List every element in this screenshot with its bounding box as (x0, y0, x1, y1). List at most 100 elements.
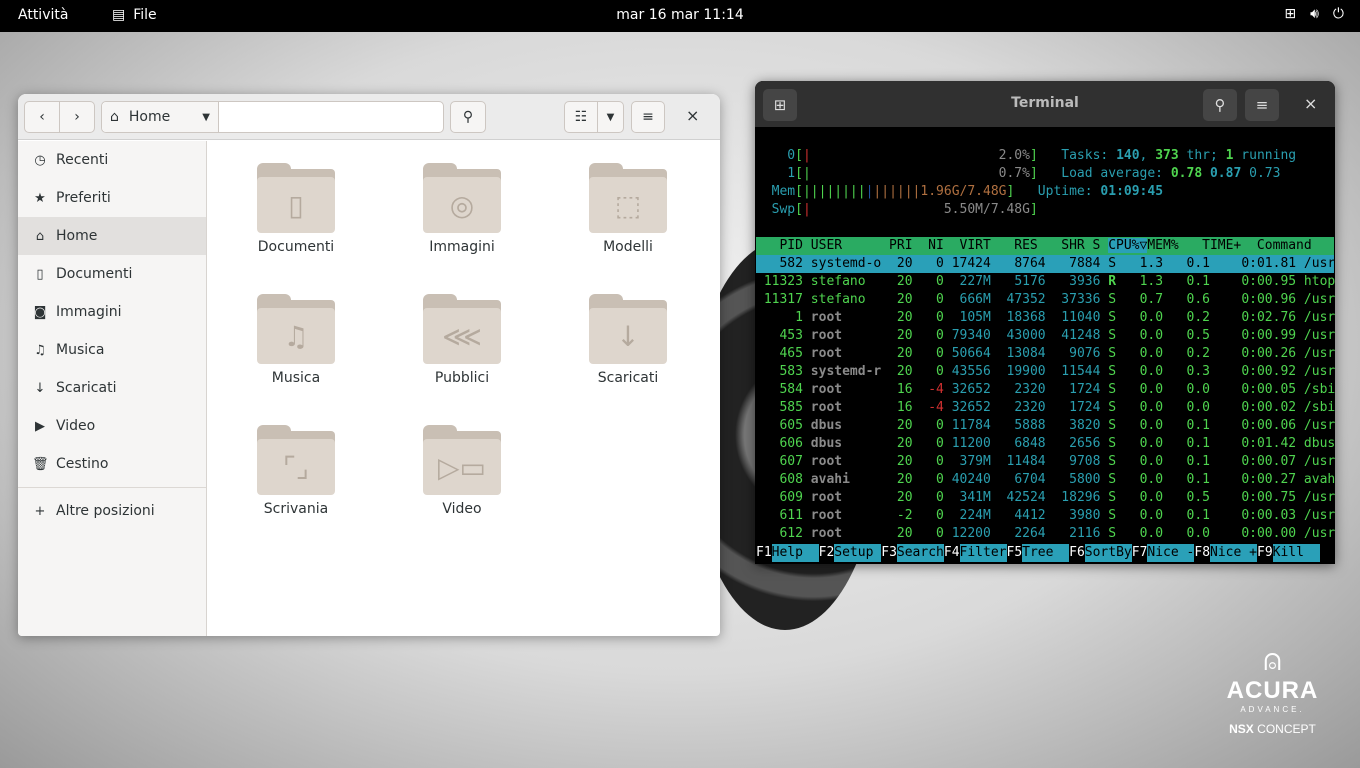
sidebar-item-documenti[interactable]: ▯ Documenti (18, 255, 206, 293)
view-options-button[interactable]: ▼ (597, 101, 624, 133)
terminal-header-bar: ⊞ Terminal ⚲ ≡ × (755, 81, 1335, 127)
process-row[interactable]: 609 root 20 0 341M 42524 18296 S 0.0 0.5… (756, 489, 1335, 507)
fkey-nice[interactable]: F8Nice + (1194, 544, 1257, 562)
fkey-number: F9 (1257, 545, 1273, 560)
process-row[interactable]: 453 root 20 0 79340 43000 41248 S 0.0 0.… (756, 327, 1335, 345)
process-row[interactable]: 607 root 20 0 379M 11484 9708 S 0.0 0.1 … (756, 453, 1335, 471)
menu-button[interactable]: ≡ (631, 101, 665, 133)
fkey-tree[interactable]: F5Tree (1007, 544, 1070, 562)
folder-scaricati[interactable]: ↓ Scaricati (553, 286, 703, 386)
sidebar-item-label: Immagini (56, 304, 122, 320)
clock-container: mar 16 mar 11:14 (0, 7, 1360, 23)
close-icon: × (686, 106, 700, 125)
terminal-menu-button[interactable]: ≡ (1245, 89, 1279, 121)
process-row[interactable]: 11323 stefano 20 0 227M 5176 3936 R 1.3 … (756, 273, 1335, 291)
sidebar-item-cestino[interactable]: 🗑 Cestino (18, 445, 206, 483)
camera-icon: ◙ (33, 304, 47, 320)
sidebar-item-label: Cestino (56, 456, 109, 472)
sidebar-item-musica[interactable]: ♫ Musica (18, 331, 206, 369)
fkey-sortby[interactable]: F6SortBy (1069, 544, 1132, 562)
music-icon: ♫ (34, 342, 46, 358)
folder-emblem-icon: ⌜⌟ (257, 439, 335, 495)
app-menu[interactable]: ▤ File (112, 7, 157, 23)
terminal-window: ⊞ Terminal ⚲ ≡ × 0[| 2.0%] Tasks: 140, 3… (755, 81, 1335, 564)
sidebar-item-preferiti[interactable]: ★ Preferiti (18, 179, 206, 217)
folder-emblem-icon: ◎ (423, 177, 501, 233)
fkey-number: F1 (756, 545, 772, 560)
fkey-help[interactable]: F1Help (756, 544, 819, 562)
folder-icon: ◎ (423, 155, 501, 233)
folder-pubblici[interactable]: ⋘ Pubblici (387, 286, 537, 386)
fkey-label: Kill (1272, 544, 1320, 562)
acura-logo: ⍝ ACURA ADVANCE. NSX CONCEPT (1210, 645, 1335, 737)
process-row[interactable]: 611 root -2 0 224M 4412 3980 S 0.0 0.1 0… (756, 507, 1335, 525)
process-row[interactable]: 11317 stefano 20 0 666M 47352 37336 S 0.… (756, 291, 1335, 309)
view-mode-button[interactable]: ☷ (564, 101, 598, 133)
sidebar-item-label: Scaricati (56, 380, 117, 396)
clock[interactable]: mar 16 mar 11:14 (616, 7, 743, 23)
folder-icon: ⋘ (423, 286, 501, 364)
power-icon[interactable]: ⏻ (1333, 6, 1344, 22)
path-home-button[interactable]: ⌂ Home ▼ (102, 102, 219, 132)
process-row[interactable]: 605 dbus 20 0 11784 5888 3820 S 0.0 0.1 … (756, 417, 1335, 435)
folder-scrivania[interactable]: ⌜⌟ Scrivania (221, 417, 371, 517)
folder-label: Musica (271, 370, 321, 386)
trash-icon: 🗑 (32, 456, 49, 472)
sidebar-item-immagini[interactable]: ◙ Immagini (18, 293, 206, 331)
plus-icon: + (34, 503, 46, 519)
sidebar-item-recenti[interactable]: ◷ Recenti (18, 141, 206, 179)
fkey-filter[interactable]: F4Filter (944, 544, 1007, 562)
sidebar: ◷ Recenti ★ Preferiti ⌂ Home ▯ Documenti ◙ Immagi… (18, 141, 207, 636)
logo-model: NSX CONCEPT (1210, 722, 1335, 736)
process-row[interactable]: 585 root 16 -4 32652 2320 1724 S 0.0 0.0… (756, 399, 1335, 417)
sidebar-item-label: Preferiti (56, 190, 111, 206)
app-name: File (133, 7, 157, 23)
terminal-close-button[interactable]: × (1304, 94, 1317, 113)
sidebar-item-label: Video (56, 418, 96, 434)
folder-musica[interactable]: ♫ Musica (221, 286, 371, 386)
folder-documenti[interactable]: ▯ Documenti (221, 155, 371, 255)
process-row[interactable]: 608 avahi 20 0 40240 6704 5800 S 0.0 0.1… (756, 471, 1335, 489)
folder-immagini[interactable]: ◎ Immagini (387, 155, 537, 255)
back-button[interactable]: ‹ (24, 101, 60, 133)
process-row[interactable]: 1 root 20 0 105M 18368 11040 S 0.0 0.2 0… (756, 309, 1335, 327)
close-button[interactable]: × (686, 106, 699, 125)
folder-icon: ⌜⌟ (257, 417, 335, 495)
folder-modelli[interactable]: ⬚ Modelli (553, 155, 703, 255)
process-row[interactable]: 606 dbus 20 0 11200 6848 2656 S 0.0 0.1 … (756, 435, 1335, 453)
folder-emblem-icon: ▯ (257, 177, 335, 233)
volume-icon[interactable]: 🔊︎ (1310, 6, 1319, 22)
folder-label: Scaricati (597, 370, 659, 386)
process-table-header[interactable]: PID USER PRI NI VIRT RES SHR S CPU%▽MEM%… (756, 237, 1334, 255)
process-row[interactable]: 584 root 16 -4 32652 2320 1724 S 0.0 0.0… (756, 381, 1335, 399)
folder-label: Immagini (429, 239, 495, 255)
terminal-search-button[interactable]: ⚲ (1203, 89, 1237, 121)
folder-video[interactable]: ▷▭ Video (387, 417, 537, 517)
system-tray[interactable]: ⊞ 🔊︎ ⏻ (1284, 6, 1344, 22)
chevron-left-icon: ‹ (39, 109, 45, 125)
folder-label: Pubblici (434, 370, 490, 386)
fkey-nice[interactable]: F7Nice - (1132, 544, 1195, 562)
sidebar-item-home[interactable]: ⌂ Home (18, 217, 206, 255)
process-row[interactable]: 582 systemd-o 20 0 17424 8764 7884 S 1.3… (756, 255, 1335, 273)
process-row[interactable]: 465 root 20 0 50664 13084 9076 S 0.0 0.2… (756, 345, 1335, 363)
location-input[interactable] (219, 102, 443, 132)
process-row[interactable]: 583 systemd-r 20 0 43556 19900 11544 S 0… (756, 363, 1335, 381)
home-icon: ⌂ (110, 109, 119, 125)
new-tab-button[interactable]: ⊞ (763, 89, 797, 121)
folder-grid: ▯ Documenti ◎ Immagini ⬚ Modelli ♫ Musica ⋘ Pubbl… (207, 141, 720, 636)
activities-button[interactable]: Attività (18, 7, 68, 23)
sidebar-item-video[interactable]: ▶ Video (18, 407, 206, 445)
sidebar-item-label: Altre posizioni (56, 503, 155, 519)
fkey-kill[interactable]: F9Kill (1257, 544, 1320, 562)
folder-icon: ▷▭ (423, 417, 501, 495)
process-row[interactable]: 612 root 20 0 12200 2264 2116 S 0.0 0.0 … (756, 525, 1335, 543)
search-button[interactable]: ⚲ (450, 101, 486, 133)
sidebar-item-scaricati[interactable]: ↓ Scaricati (18, 369, 206, 407)
htop-screen[interactable]: 0[| 2.0%] Tasks: 140, 373 thr; 1 running… (756, 147, 1335, 543)
fkey-setup[interactable]: F2Setup (819, 544, 882, 562)
sidebar-item-other-locations[interactable]: + Altre posizioni (18, 492, 206, 530)
fkey-search[interactable]: F3Search (881, 544, 944, 562)
network-icon[interactable]: ⊞ (1284, 6, 1296, 22)
forward-button[interactable]: › (59, 101, 95, 133)
